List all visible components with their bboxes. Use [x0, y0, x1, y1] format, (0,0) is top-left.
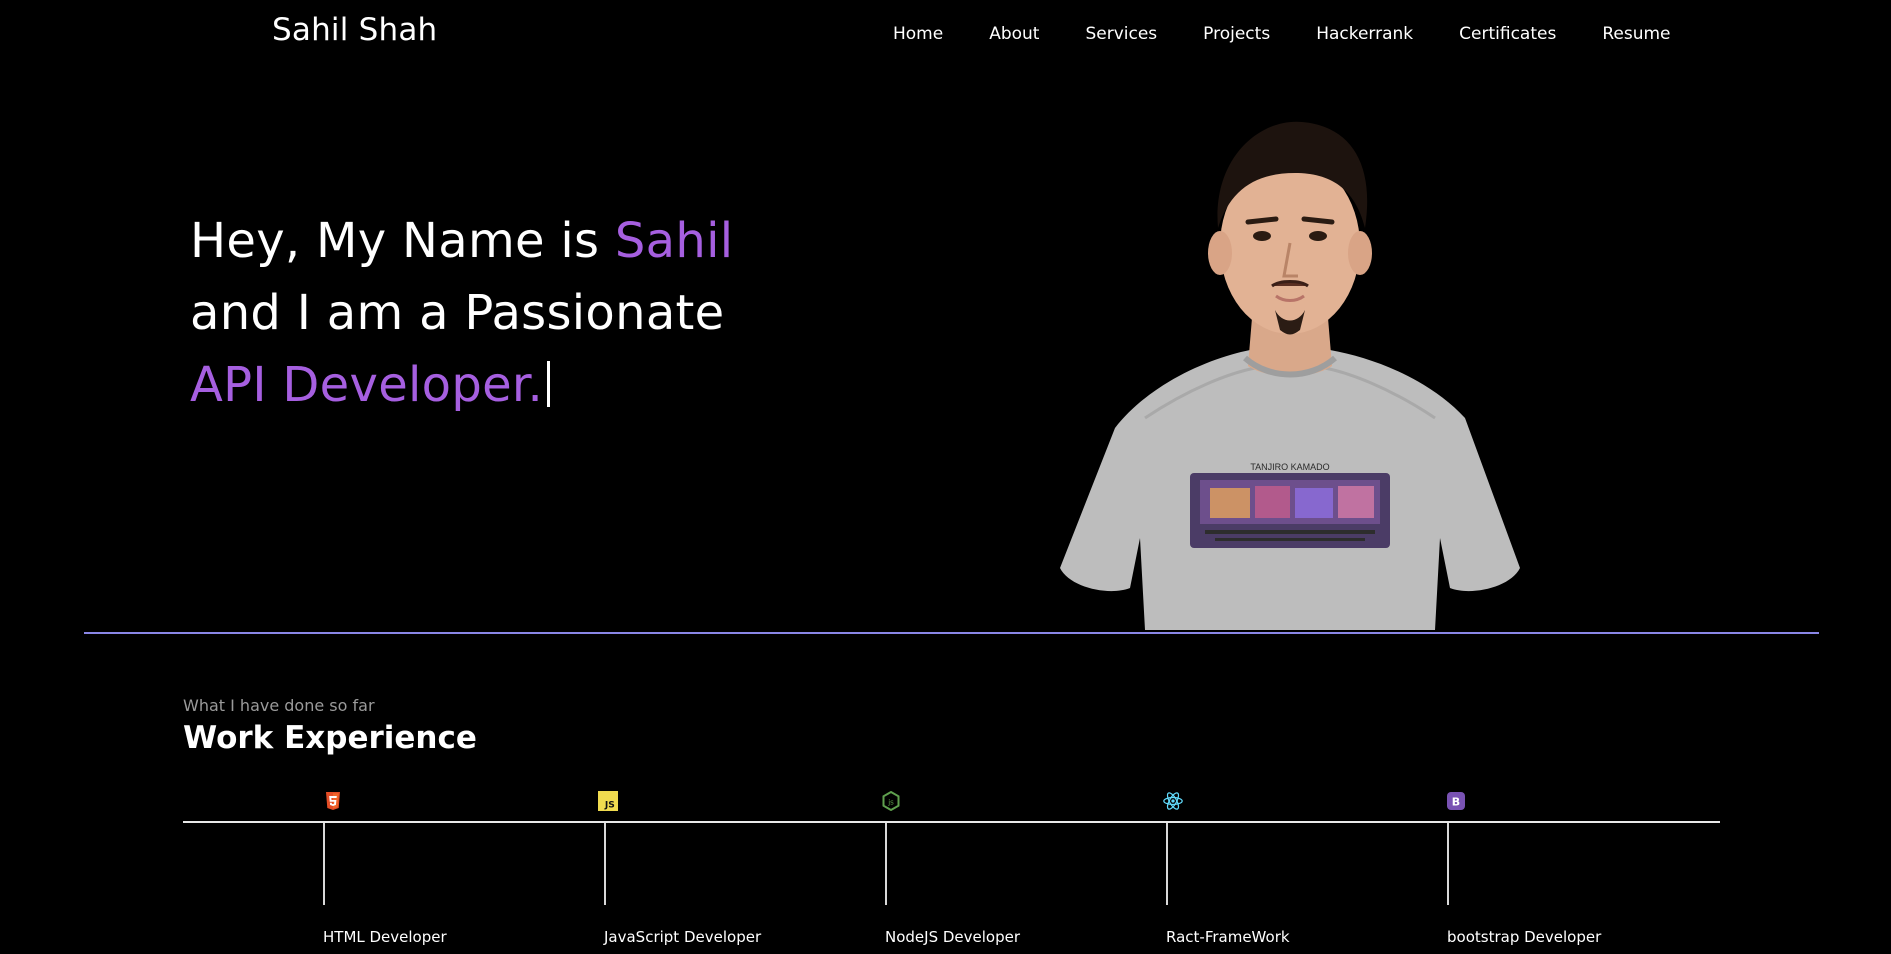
timeline-label: JavaScript Developer	[604, 928, 762, 946]
html5-icon	[323, 790, 343, 812]
nav-home-link[interactable]: Home	[893, 24, 943, 44]
timeline-item: Ract-FrameWork	[1163, 790, 1366, 950]
timeline-item: B bootstrap Developer	[1447, 790, 1647, 950]
hero-line-1: Hey, My Name is Sahil	[190, 205, 733, 277]
portfolio-page: Sahil Shah Home About Services Projects …	[0, 0, 1891, 954]
nav-certificates-link[interactable]: Certificates	[1459, 24, 1556, 44]
hero-headline: Hey, My Name is Sahil and I am a Passion…	[190, 205, 733, 421]
typing-caret	[547, 361, 551, 407]
main-nav: Home About Services Projects Hackerrank …	[893, 22, 1671, 46]
nodejs-icon: js	[881, 790, 901, 812]
react-icon	[1163, 790, 1183, 812]
timeline-stem	[1166, 823, 1168, 905]
hero-line-2: and I am a Passionate	[190, 285, 725, 341]
nav-about-link[interactable]: About	[989, 24, 1039, 44]
nav-projects-link[interactable]: Projects	[1203, 24, 1270, 44]
section-kicker: What I have done so far	[183, 696, 375, 715]
hero-greeting: Hey, My Name is	[190, 213, 615, 269]
profile-portrait: TANJIRO KAMADO	[1060, 121, 1520, 630]
hero-divider	[84, 632, 1819, 634]
timeline-item: HTML Developer	[323, 790, 523, 950]
timeline-stem	[885, 823, 887, 905]
timeline-item: JS JavaScript Developer	[598, 790, 804, 950]
javascript-icon: JS	[598, 790, 618, 812]
nav-services-link[interactable]: Services	[1085, 24, 1157, 44]
section-title: Work Experience	[183, 720, 477, 756]
brand-logo[interactable]: Sahil Shah	[272, 12, 437, 48]
hero-role: API Developer.	[190, 357, 544, 413]
hero-line-3: API Developer.	[190, 349, 733, 421]
timeline-stem	[323, 823, 325, 905]
svg-text:JS: JS	[604, 800, 615, 810]
nav-resume-link[interactable]: Resume	[1602, 24, 1670, 44]
shirt-print-text: TANJIRO KAMADO	[1250, 462, 1329, 472]
hero-name: Sahil	[614, 213, 734, 269]
timeline-label: Ract-FrameWork	[1166, 928, 1290, 946]
svg-text:js: js	[887, 799, 894, 807]
timeline-item: js NodeJS Developer	[882, 790, 1085, 950]
timeline-stem	[1447, 823, 1449, 905]
bootstrap-icon: B	[1446, 790, 1466, 812]
timeline-stem	[604, 823, 606, 905]
timeline-label: HTML Developer	[323, 928, 447, 946]
timeline-label: NodeJS Developer	[885, 928, 1021, 946]
svg-text:B: B	[1452, 796, 1460, 809]
timeline-label: bootstrap Developer	[1447, 928, 1602, 946]
nav-hackerrank-link[interactable]: Hackerrank	[1316, 24, 1413, 44]
